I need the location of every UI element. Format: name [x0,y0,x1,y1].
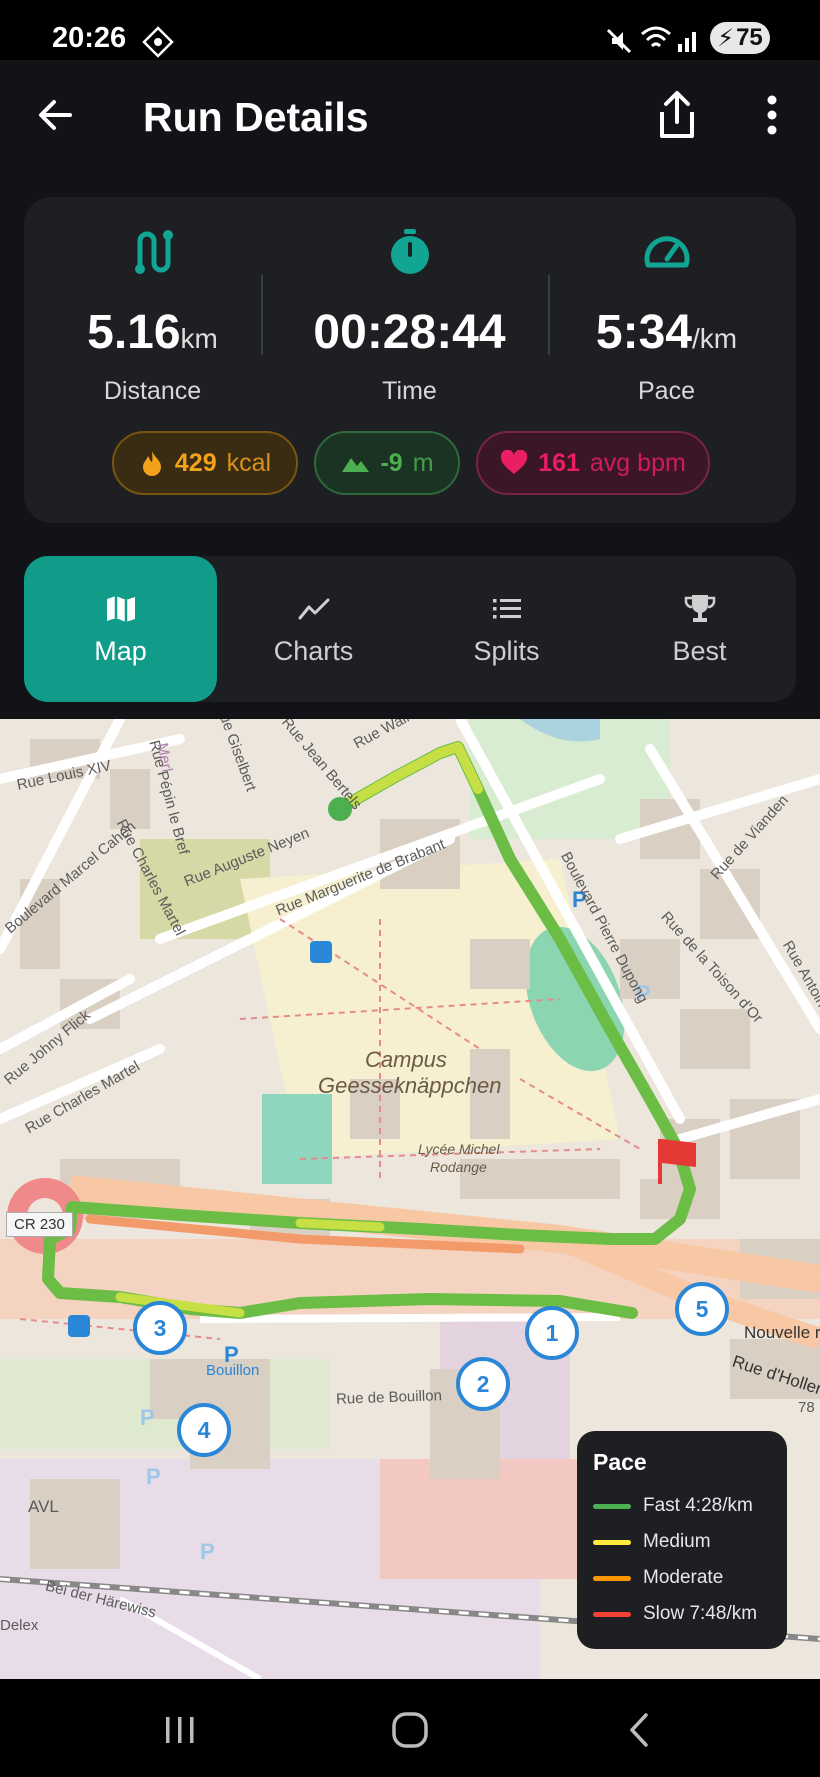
legend-item-moderate: Moderate [593,1560,771,1596]
distance-unit: km [180,323,218,354]
route-map[interactable]: PP PP PP Rue Louis XIV Rue Auguste Neyen… [0,719,820,1679]
place-label: 78 [798,1399,815,1416]
wifi-icon [641,26,671,48]
back-arrow-icon[interactable] [30,90,80,140]
campus-label: Campus [365,1047,447,1072]
legend-item-slow: Slow 7:48/km [593,1596,771,1632]
school-label: Rodange [430,1159,487,1175]
charging-icon: ⚡ [717,24,735,52]
mute-icon [606,28,632,54]
tab-label: Charts [273,635,354,666]
system-nav-bar [0,1679,820,1777]
distance-value: 5.16km [87,306,218,359]
pace-stat: 5:34/km Pace [538,197,795,427]
app-bar: Run Details [0,60,820,170]
calories-chip: 429 kcal [112,431,298,495]
place-label: Bouillon [206,1362,260,1379]
time-label: Time [382,377,437,405]
km-marker-1[interactable]: 1 [525,1306,579,1360]
tab-map[interactable]: Map [24,556,217,702]
calories-unit: kcal [226,448,272,477]
tab-label: Splits [473,635,540,666]
calories-value: 429 [174,448,217,477]
svg-text:P: P [146,1464,161,1489]
app-notification-icon [142,26,174,58]
legend-item-medium: Medium [593,1524,771,1560]
km-marker-2[interactable]: 2 [456,1357,510,1411]
legend-title: Pace [593,1449,647,1475]
home-icon[interactable] [380,1705,440,1755]
back-nav-icon[interactable] [610,1705,670,1755]
time-value: 00:28:44 [313,306,506,359]
km-marker-4[interactable]: 4 [177,1403,231,1457]
tab-charts[interactable]: Charts [217,556,410,702]
legend-swatch [593,1611,631,1617]
status-bar: 20:26 ⚡ 75 [0,0,820,60]
road-number-badge: CR 230 [6,1212,73,1237]
heart-rate-unit: avg bpm [589,448,686,477]
legend-item-fast: Fast 4:28/km [593,1488,771,1524]
more-vert-icon[interactable] [750,90,794,140]
pace-legend: Pace Fast 4:28/km Medium Moderate Slow 7… [577,1431,787,1649]
stat-divider [261,275,263,355]
battery-level: 75 [736,24,763,51]
campus-label: Geesseknäppchen [318,1073,502,1098]
place-label: Delex [0,1617,39,1634]
tab-label: Best [672,635,727,666]
time-stat: 00:28:44 Time [281,197,538,427]
legend-label: Slow 7:48/km [643,1603,758,1624]
legend-swatch [593,1503,631,1509]
mountain-icon [342,458,370,472]
elevation-value: -9 [380,448,403,477]
page-title: Run Details [143,94,369,140]
heart-rate-chip: 161 avg bpm [476,431,710,495]
map-icon [106,595,135,622]
legend-label: Medium [643,1531,711,1552]
status-time: 20:26 [52,22,127,54]
street-label: Nouvelle ro [744,1323,820,1342]
signal-icon [678,32,696,52]
heart-icon [501,450,528,474]
legend-swatch [593,1539,631,1545]
km-marker-3[interactable]: 3 [133,1301,187,1355]
pace-unit: /km [691,323,738,354]
heart-rate-value: 161 [538,448,580,477]
distance-label: Distance [103,377,202,405]
share-icon[interactable] [652,88,702,144]
elevation-unit: m [412,448,434,477]
stopwatch-icon [390,229,429,274]
tab-best[interactable]: Best [603,556,796,702]
legend-label: Moderate [643,1567,724,1588]
legend-label: Fast 4:28/km [643,1495,753,1516]
tab-bar: Map Charts Splits Best [24,556,796,702]
recent-apps-icon[interactable] [150,1705,210,1755]
chart-line-icon [298,598,329,619]
list-icon [492,598,521,618]
school-label: Lycée Michel [418,1141,500,1157]
tab-label: Map [94,635,147,666]
elevation-chip: -9 m [314,431,460,495]
speedometer-icon [644,236,689,268]
pace-value: 5:34/km [595,306,738,359]
km-marker-5[interactable]: 5 [675,1282,729,1336]
pace-label: Pace [638,377,695,405]
battery-indicator: ⚡ 75 [710,22,770,54]
stats-card: 5.16km Distance 00:28:44 Time 5:34/km Pa… [24,197,796,523]
svg-text:P: P [200,1539,215,1564]
legend-swatch [593,1575,631,1581]
place-label: AVL [28,1497,59,1516]
tab-splits[interactable]: Splits [410,556,603,702]
fire-icon [142,451,161,476]
distance-stat: 5.16km Distance [24,197,281,427]
svg-text:P: P [140,1405,155,1430]
trophy-icon [684,594,715,622]
route-icon [134,230,173,274]
